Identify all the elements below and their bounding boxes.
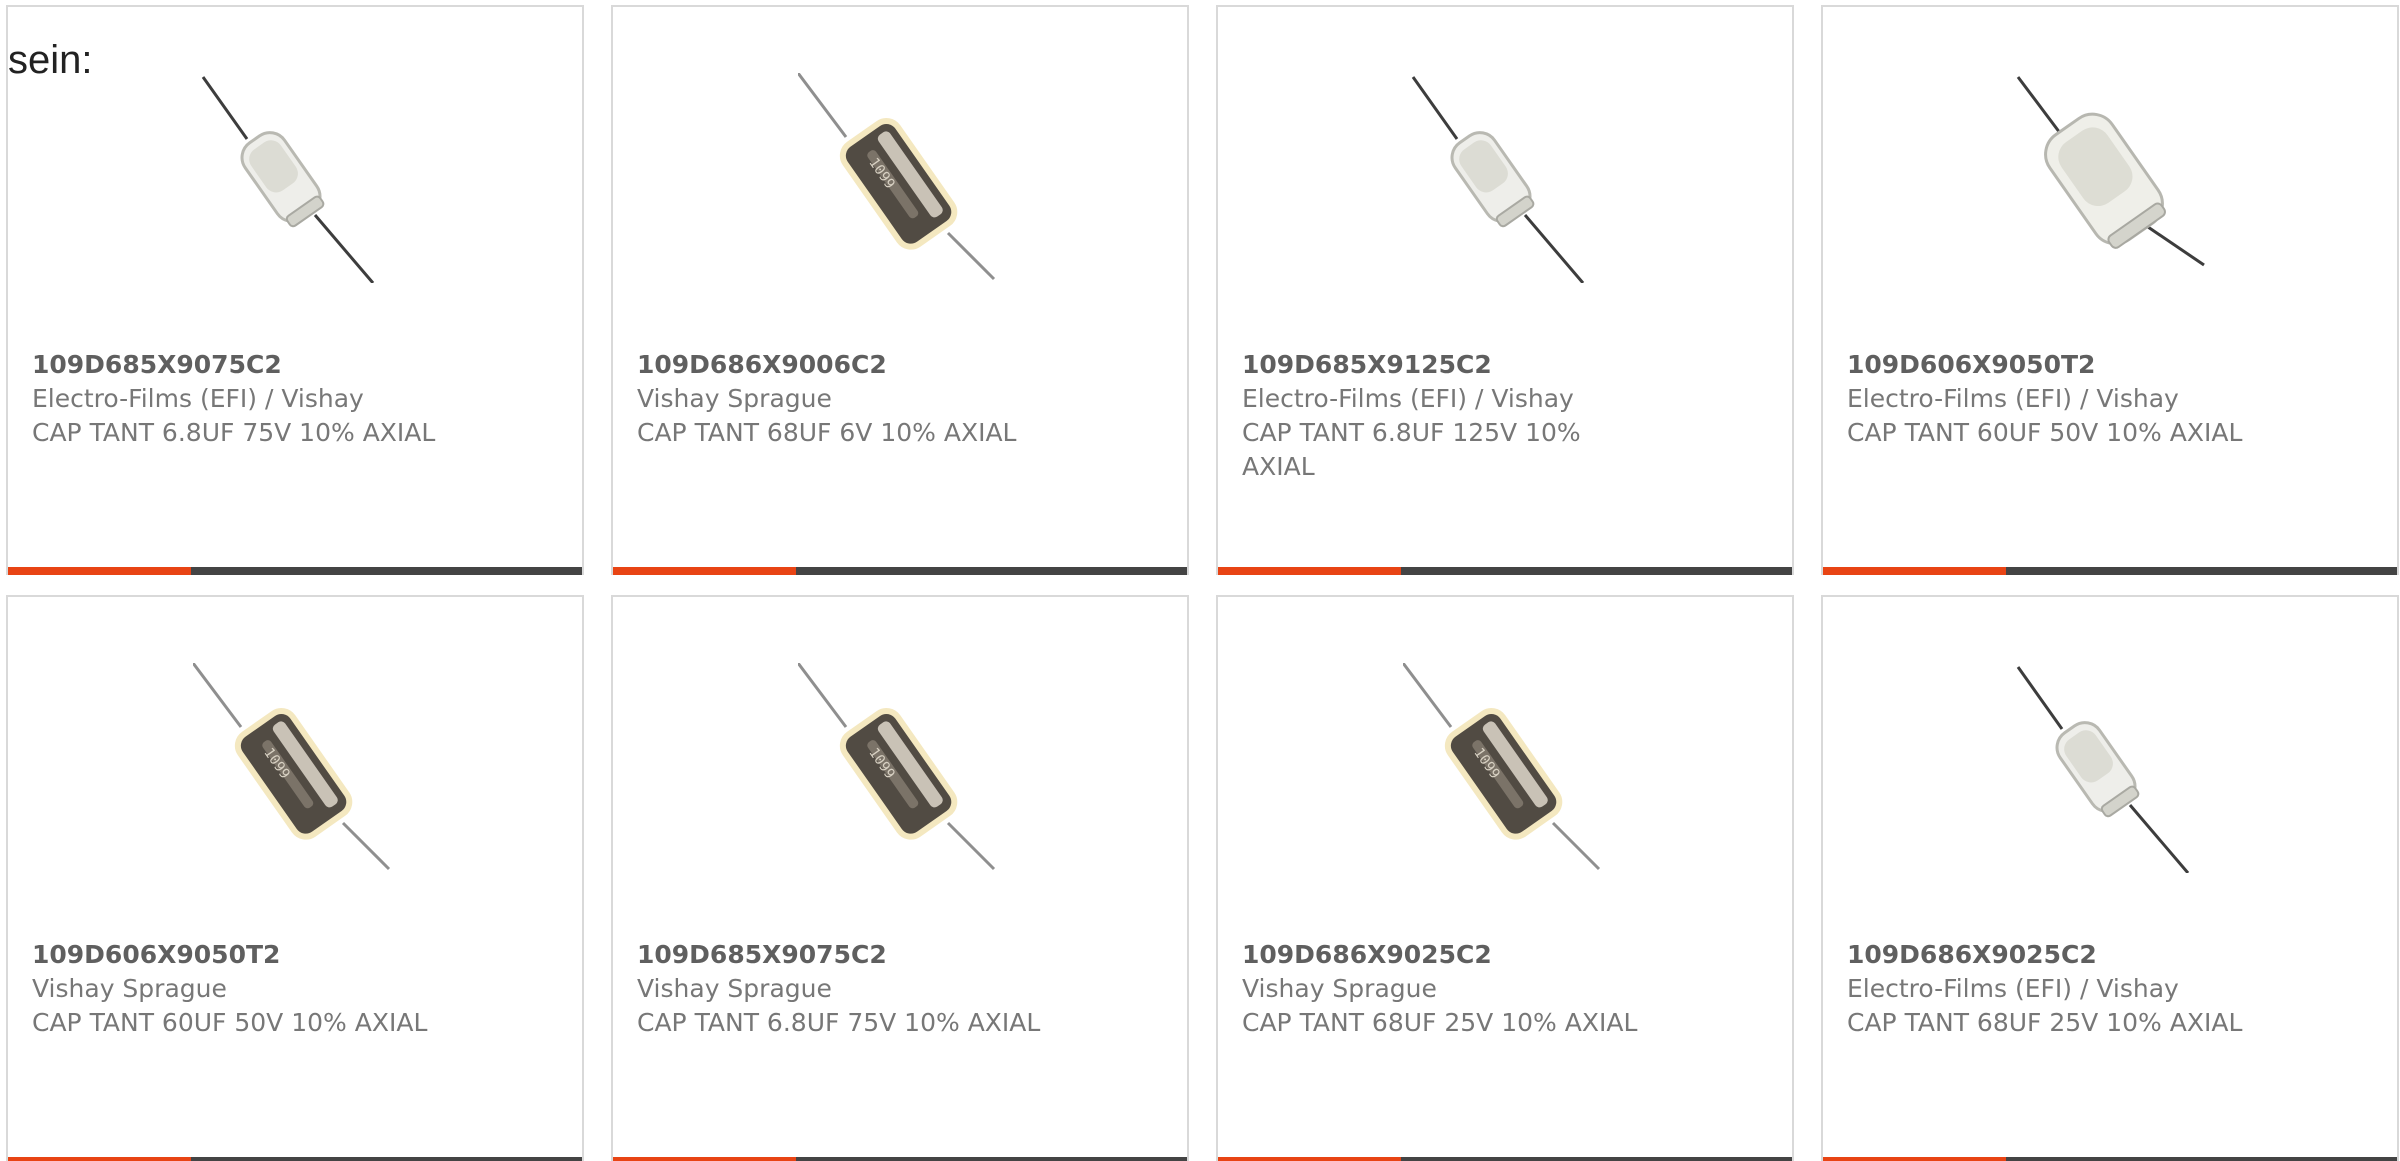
card-accent-bar-highlight [613, 567, 796, 575]
description: CAP TANT 6.8UF 125V 10% AXIAL [1242, 418, 1581, 481]
description: CAP TANT 60UF 50V 10% AXIAL [1847, 418, 2243, 447]
card-accent-bar-highlight [8, 1157, 191, 1161]
product-card[interactable]: 1099 109D606X9050T2 Vishay Sprague CAP T… [6, 595, 584, 1161]
manufacturer: Electro-Films (EFI) / Vishay [1847, 384, 2179, 413]
product-grid: 109D685X9075C2 Electro-Films (EFI) / Vis… [6, 5, 2400, 1161]
manufacturer: Electro-Films (EFI) / Vishay [1847, 974, 2179, 1003]
card-accent-bar [1823, 567, 2397, 575]
capacitor-metal-icon: 1099 [798, 663, 996, 871]
product-card[interactable]: 109D606X9050T2 Electro-Films (EFI) / Vis… [1821, 5, 2399, 575]
part-number[interactable]: 109D685X9125C2 [1242, 348, 1682, 382]
card-accent-bar-highlight [1218, 1157, 1401, 1161]
product-card[interactable]: 109D685X9075C2 Electro-Films (EFI) / Vis… [6, 5, 584, 575]
description: CAP TANT 68UF 25V 10% AXIAL [1242, 1008, 1638, 1037]
card-accent-bar [1823, 1157, 2397, 1161]
part-number[interactable]: 109D685X9075C2 [637, 938, 1077, 972]
card-accent-bar [1218, 1157, 1792, 1161]
product-info: 109D686X9025C2 Electro-Films (EFI) / Vis… [1847, 938, 2287, 1040]
manufacturer: Vishay Sprague [32, 974, 227, 1003]
card-accent-bar-highlight [1218, 567, 1401, 575]
description: CAP TANT 68UF 6V 10% AXIAL [637, 418, 1017, 447]
description: CAP TANT 6.8UF 75V 10% AXIAL [32, 418, 436, 447]
card-accent-bar [1218, 567, 1792, 575]
manufacturer: Electro-Films (EFI) / Vishay [32, 384, 364, 413]
capacitor-metal-icon: 1099 [1403, 663, 1601, 871]
product-info: 109D685X9075C2 Electro-Films (EFI) / Vis… [32, 348, 472, 450]
capacitor-clear-large-icon [2016, 76, 2205, 267]
product-card[interactable]: 1099 109D686X9006C2 Vishay Sprague CAP T… [611, 5, 1189, 575]
product-info: 109D686X9025C2 Vishay Sprague CAP TANT 6… [1242, 938, 1682, 1040]
part-number[interactable]: 109D686X9006C2 [637, 348, 1077, 382]
part-number[interactable]: 109D685X9075C2 [32, 348, 472, 382]
manufacturer: Vishay Sprague [1242, 974, 1437, 1003]
card-accent-bar-highlight [8, 567, 191, 575]
description: CAP TANT 68UF 25V 10% AXIAL [1847, 1008, 2243, 1037]
description: CAP TANT 60UF 50V 10% AXIAL [32, 1008, 428, 1037]
product-card[interactable]: 1099 109D686X9025C2 Vishay Sprague CAP T… [1216, 595, 1794, 1161]
page-heading: sein: [8, 38, 93, 82]
card-accent-bar-highlight [613, 1157, 796, 1161]
product-info: 109D606X9050T2 Electro-Films (EFI) / Vis… [1847, 348, 2287, 450]
capacitor-metal-icon: 1099 [193, 663, 391, 871]
product-card[interactable]: 109D686X9025C2 Electro-Films (EFI) / Vis… [1821, 595, 2399, 1161]
part-number[interactable]: 109D686X9025C2 [1847, 938, 2287, 972]
card-accent-bar [8, 567, 582, 575]
card-accent-bar [613, 1157, 1187, 1161]
manufacturer: Vishay Sprague [637, 384, 832, 413]
capacitor-metal-icon: 1099 [798, 73, 996, 281]
product-info: 109D685X9125C2 Electro-Films (EFI) / Vis… [1242, 348, 1682, 484]
product-card[interactable]: 1099 109D685X9075C2 Vishay Sprague CAP T… [611, 595, 1189, 1161]
product-info: 109D685X9075C2 Vishay Sprague CAP TANT 6… [637, 938, 1077, 1040]
manufacturer: Electro-Films (EFI) / Vishay [1242, 384, 1574, 413]
product-info: 109D606X9050T2 Vishay Sprague CAP TANT 6… [32, 938, 472, 1040]
manufacturer: Vishay Sprague [637, 974, 832, 1003]
capacitor-clear-small-icon [2016, 666, 2190, 873]
card-accent-bar-highlight [1823, 1157, 2006, 1161]
card-accent-bar [613, 567, 1187, 575]
card-accent-bar-highlight [1823, 567, 2006, 575]
part-number[interactable]: 109D606X9050T2 [1847, 348, 2287, 382]
part-number[interactable]: 109D686X9025C2 [1242, 938, 1682, 972]
capacitor-clear-small-icon [201, 76, 375, 283]
product-card[interactable]: 109D685X9125C2 Electro-Films (EFI) / Vis… [1216, 5, 1794, 575]
capacitor-clear-small-icon [1411, 76, 1585, 283]
product-info: 109D686X9006C2 Vishay Sprague CAP TANT 6… [637, 348, 1077, 450]
description: CAP TANT 6.8UF 75V 10% AXIAL [637, 1008, 1041, 1037]
part-number[interactable]: 109D606X9050T2 [32, 938, 472, 972]
card-accent-bar [8, 1157, 582, 1161]
